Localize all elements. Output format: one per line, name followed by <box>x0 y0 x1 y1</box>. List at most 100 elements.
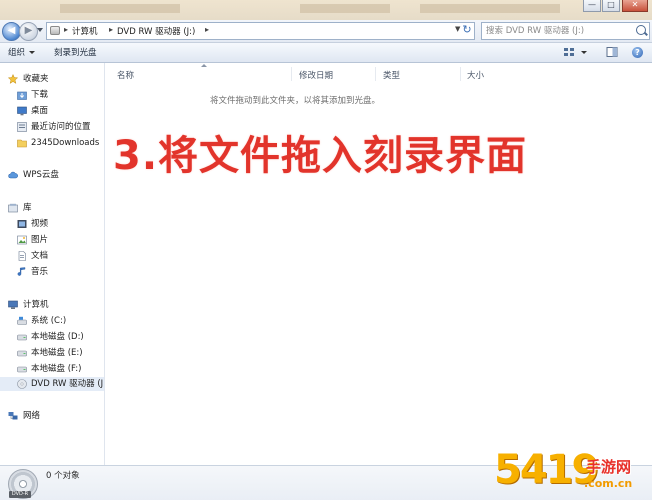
nav-label: 网络 <box>23 411 41 421</box>
nav-item-2345downloads[interactable]: 2345Downloads <box>0 136 104 150</box>
preview-pane-icon[interactable] <box>606 46 618 58</box>
nav-network[interactable]: 网络 <box>0 409 104 423</box>
background-stripe <box>60 4 180 13</box>
site-watermark: 5419 手游网 .com.cn <box>494 448 652 500</box>
nav-label: 文档 <box>31 251 49 261</box>
nav-label: WPS云盘 <box>23 170 59 180</box>
watermark-site-name: 手游网 <box>586 458 632 476</box>
music-icon <box>17 267 26 276</box>
column-header-size[interactable]: 大小 <box>467 69 484 81</box>
hard-drive-icon <box>17 334 27 341</box>
system-drive-icon <box>17 316 27 325</box>
dvd-drive-icon <box>17 379 27 389</box>
object-count: 0 个对象 <box>46 471 80 481</box>
chevron-right-icon[interactable]: ▸ <box>64 25 68 34</box>
nav-label: DVD RW 驱动器 (J <box>31 379 104 389</box>
chevron-right-icon[interactable]: ▸ <box>109 25 113 34</box>
background-stripe <box>420 4 560 13</box>
tutorial-caption: 3.将文件拖入刻录界面 <box>113 133 528 179</box>
nav-label: 系统 (C:) <box>31 316 67 326</box>
document-icon <box>18 251 26 261</box>
chevron-down-icon <box>29 51 36 54</box>
hard-drive-icon <box>17 350 27 357</box>
nav-item-drive-d[interactable]: 本地磁盘 (D:) <box>0 330 104 344</box>
address-bar[interactable]: ▸ 计算机 ▸ DVD RW 驱动器 (J:) ▸ ▼ <box>46 22 475 40</box>
refresh-button[interactable]: ↻ <box>460 23 474 37</box>
forward-button[interactable]: ▶ <box>19 22 38 41</box>
minimize-button[interactable]: — <box>583 0 601 12</box>
column-divider[interactable] <box>460 67 461 81</box>
nav-label: 音乐 <box>31 267 49 277</box>
nav-libraries[interactable]: 库 <box>0 201 104 215</box>
chevron-right-icon[interactable]: ▸ <box>205 25 209 34</box>
command-bar: 组织 刻录到光盘 ? <box>0 43 652 63</box>
file-list[interactable]: 名称 修改日期 类型 大小 将文件拖动到此文件夹，以将其添加到光盘。 3.将文件… <box>105 63 652 465</box>
watermark-number: 5419 <box>494 447 599 493</box>
search-input[interactable] <box>482 23 636 39</box>
nav-item-drive-c[interactable]: 系统 (C:) <box>0 314 104 328</box>
maximize-button[interactable]: □ <box>602 0 620 12</box>
explorer-window: — □ ✕ ◀ ▶ ▸ 计算机 ▸ DVD RW 驱动器 (J:) ▸ ▼ ↻ … <box>0 0 652 500</box>
nav-computer[interactable]: 计算机 <box>0 298 104 312</box>
search-box[interactable] <box>481 22 650 40</box>
picture-icon <box>17 235 27 245</box>
folder-icon <box>17 139 27 148</box>
nav-label: 下载 <box>31 90 49 100</box>
help-button[interactable]: ? <box>632 47 643 58</box>
nav-label: 库 <box>23 203 32 213</box>
search-icon[interactable] <box>636 25 646 35</box>
background-stripe <box>300 4 390 13</box>
computer-icon <box>8 300 18 309</box>
library-icon <box>8 203 18 213</box>
nav-item-dvd-drive[interactable]: DVD RW 驱动器 (J <box>0 377 104 391</box>
column-header-type[interactable]: 类型 <box>383 69 400 81</box>
dvd-label: DVD-R <box>9 491 31 498</box>
nav-item-drive-e[interactable]: 本地磁盘 (E:) <box>0 346 104 360</box>
nav-favorites[interactable]: 收藏夹 <box>0 72 104 86</box>
hard-drive-icon <box>17 366 27 373</box>
nav-label: 图片 <box>31 235 49 245</box>
nav-item-wps-cloud[interactable]: WPS云盘 <box>0 168 104 182</box>
nav-label: 本地磁盘 (E:) <box>31 348 83 358</box>
refresh-icon: ↻ <box>462 23 472 36</box>
downloads-folder-icon <box>17 91 27 100</box>
nav-item-videos[interactable]: 视频 <box>0 217 104 231</box>
nav-item-desktop[interactable]: 桌面 <box>0 104 104 118</box>
view-options-icon[interactable] <box>563 46 575 58</box>
video-icon <box>17 220 27 228</box>
nav-item-drive-f[interactable]: 本地磁盘 (F:) <box>0 362 104 376</box>
nav-item-recent-places[interactable]: 最近访问的位置 <box>0 120 104 134</box>
breadcrumb-computer[interactable]: 计算机 <box>72 25 98 37</box>
navigation-pane[interactable]: 收藏夹 下载 桌面 最近访问的位置 2345Downloads WPS云盘 库 <box>0 63 105 465</box>
nav-label: 视频 <box>31 219 49 229</box>
chevron-down-icon[interactable] <box>581 51 587 54</box>
star-icon <box>8 74 18 84</box>
organize-label: 组织 <box>8 48 26 58</box>
nav-label: 本地磁盘 (D:) <box>31 332 84 342</box>
recent-pages-dropdown[interactable] <box>37 28 43 32</box>
burn-to-disc-button[interactable]: 刻录到光盘 <box>54 46 97 58</box>
cloud-icon <box>8 171 18 179</box>
address-row: ◀ ▶ ▸ 计算机 ▸ DVD RW 驱动器 (J:) ▸ ▼ ↻ <box>0 20 652 43</box>
nav-label: 2345Downloads <box>31 138 100 148</box>
column-divider[interactable] <box>291 67 292 81</box>
nav-label: 本地磁盘 (F:) <box>31 364 82 374</box>
close-button[interactable]: ✕ <box>622 0 648 12</box>
network-icon <box>8 412 18 420</box>
column-divider[interactable] <box>375 67 376 81</box>
watermark-url: .com.cn <box>584 477 633 490</box>
column-header-modified-date[interactable]: 修改日期 <box>299 69 333 81</box>
desktop-icon <box>17 106 27 116</box>
column-header-name[interactable]: 名称 <box>117 69 134 81</box>
nav-item-downloads[interactable]: 下载 <box>0 88 104 102</box>
nav-item-pictures[interactable]: 图片 <box>0 233 104 247</box>
nav-label: 收藏夹 <box>23 74 49 84</box>
nav-item-documents[interactable]: 文档 <box>0 249 104 263</box>
nav-label: 最近访问的位置 <box>31 122 91 132</box>
sort-ascending-icon <box>201 64 207 67</box>
nav-item-music[interactable]: 音乐 <box>0 265 104 279</box>
drive-icon <box>50 26 60 35</box>
organize-button[interactable]: 组织 <box>8 46 36 58</box>
breadcrumb-dvd-drive[interactable]: DVD RW 驱动器 (J:) <box>117 25 195 37</box>
arrow-right-icon: ▶ <box>24 25 33 36</box>
